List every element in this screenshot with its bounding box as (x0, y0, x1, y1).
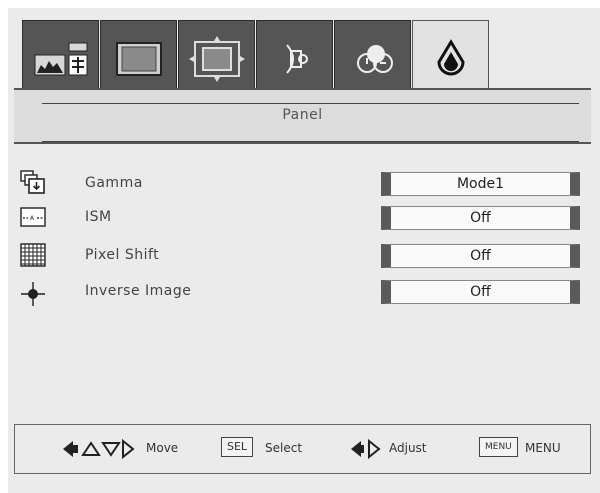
inverse-image-value[interactable]: Off (381, 280, 580, 304)
section-header: Panel (14, 88, 591, 144)
adjust-label: Adjust (389, 441, 427, 455)
audio-icon (285, 44, 308, 74)
options-icon (356, 45, 393, 73)
menu-label: MENU (525, 441, 561, 455)
help-bar: Move SEL Select Adjust MENU MENU (14, 424, 591, 474)
ism-value[interactable]: Off (381, 206, 580, 230)
inverse-image-label: Inverse Image (85, 283, 192, 299)
left-right-arrows-icon (351, 439, 381, 459)
menu-item-inverse-image[interactable]: Inverse Image Off (14, 276, 591, 310)
gamma-icon (20, 170, 45, 194)
move-label: Move (146, 441, 179, 455)
tab-display[interactable] (100, 20, 177, 97)
panel-icon (436, 38, 465, 75)
pixel-shift-icon (20, 243, 46, 267)
display-icon (115, 42, 162, 76)
ism-icon: A (20, 207, 46, 227)
tab-audio[interactable] (256, 20, 333, 97)
header-divider-top (42, 103, 579, 104)
gamma-label: Gamma (85, 175, 143, 191)
ism-label: ISM (85, 209, 112, 225)
menu-item-gamma[interactable]: Gamma Mode1 (14, 168, 591, 202)
menu-key-icon: MENU (479, 437, 518, 457)
tab-image[interactable] (22, 20, 99, 97)
tab-panel[interactable] (412, 20, 489, 98)
pixel-shift-label: Pixel Shift (85, 247, 160, 263)
tab-setup[interactable] (178, 20, 255, 97)
menu-item-pixel-shift[interactable]: Pixel Shift Off (14, 240, 591, 274)
section-title: Panel (282, 107, 323, 123)
header-divider-bottom (42, 141, 579, 142)
select-label: Select (265, 441, 303, 455)
pixel-shift-value[interactable]: Off (381, 244, 580, 268)
inverse-image-icon (21, 282, 45, 306)
tab-options[interactable] (334, 20, 411, 97)
sel-key-icon: SEL (221, 437, 254, 457)
direction-arrows-icon (63, 439, 135, 459)
gamma-value[interactable]: Mode1 (381, 172, 580, 196)
setup-icon (188, 36, 245, 82)
image-settings-icon (34, 42, 87, 76)
menu-item-ism[interactable]: A ISM Off (14, 202, 591, 236)
